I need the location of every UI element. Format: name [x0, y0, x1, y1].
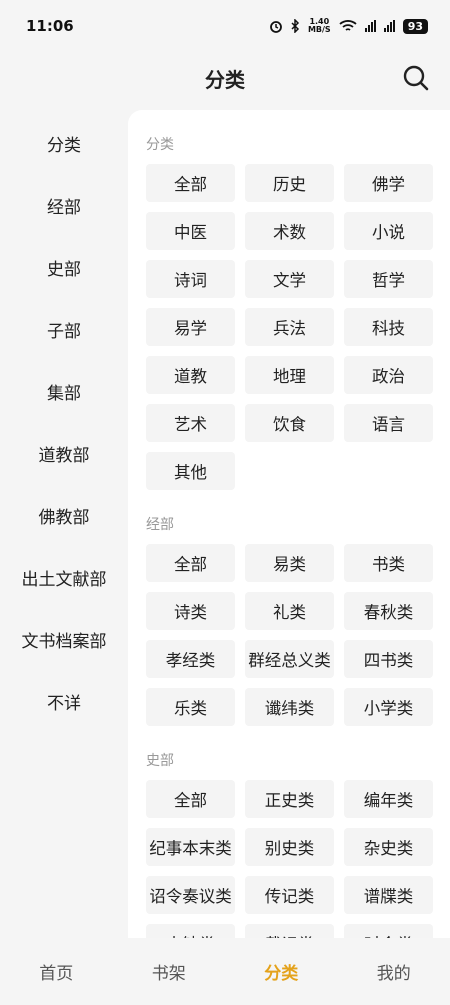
alarm-icon — [270, 21, 282, 33]
category-tag[interactable]: 哲学 — [344, 260, 433, 298]
sidebar-item[interactable]: 文书档案部 — [0, 608, 128, 670]
category-tag[interactable]: 兵法 — [245, 308, 334, 346]
tab-item[interactable]: 首页 — [0, 938, 113, 1005]
section-title: 史部 — [146, 753, 174, 769]
category-tag[interactable]: 历史 — [245, 164, 334, 202]
category-tag[interactable]: 地理 — [245, 356, 334, 394]
category-tag[interactable]: 礼类 — [245, 592, 334, 630]
section-title: 分类 — [146, 137, 174, 153]
sidebar-item[interactable]: 经部 — [0, 174, 128, 236]
bluetooth-icon — [291, 19, 299, 33]
category-tag[interactable]: 佛学 — [344, 164, 433, 202]
status-icons: 1.40 MB/S 93 — [269, 18, 428, 34]
category-tag[interactable]: 载记类 — [245, 924, 334, 938]
category-tag[interactable]: 春秋类 — [344, 592, 433, 630]
category-tag[interactable]: 谶纬类 — [245, 688, 334, 726]
category-tag[interactable]: 时令类 — [344, 924, 433, 938]
sidebar-item[interactable]: 子部 — [0, 298, 128, 360]
category-tag[interactable]: 书类 — [344, 544, 433, 582]
signal-5g-icon — [383, 20, 395, 32]
sidebar-item[interactable]: 史部 — [0, 236, 128, 298]
header: 分类 — [0, 52, 450, 104]
battery-indicator: 93 — [402, 18, 428, 34]
wifi-icon — [339, 20, 357, 31]
category-tag[interactable]: 别史类 — [245, 828, 334, 866]
category-tag[interactable]: 小说 — [344, 212, 433, 250]
page-title: 分类 — [205, 67, 245, 92]
tag-grid: 全部正史类编年类纪事本末类别史类杂史类诏令奏议类传记类谱牒类史钞类载记类时令类 — [128, 780, 450, 938]
tab-item[interactable]: 我的 — [338, 938, 450, 1005]
sidebar-item[interactable]: 不详 — [0, 670, 128, 732]
tab-item[interactable]: 分类 — [225, 938, 338, 1005]
category-tag[interactable]: 全部 — [146, 780, 235, 818]
category-tag[interactable]: 语言 — [344, 404, 433, 442]
category-tag[interactable]: 诗词 — [146, 260, 235, 298]
category-tag[interactable]: 全部 — [146, 164, 235, 202]
category-tag[interactable]: 传记类 — [245, 876, 334, 914]
category-tag[interactable]: 杂史类 — [344, 828, 433, 866]
status-time: 11:06 — [26, 17, 74, 35]
category-tag[interactable]: 群经总义类 — [245, 640, 334, 678]
category-tag[interactable]: 道教 — [146, 356, 235, 394]
tag-grid: 全部 易类 书类诗类 礼类 春秋类孝经类 群经总义类 四书类乐类 谶纬类 小学类 — [128, 544, 450, 726]
bottom-tabbar: 首页 书架 分类 我的 — [0, 938, 450, 1005]
category-tag[interactable]: 科技 — [344, 308, 433, 346]
status-bar: 11:06 1.40 MB/S 93 — [0, 0, 450, 52]
category-tag[interactable]: 四书类 — [344, 640, 433, 678]
sidebar-item[interactable]: 道教部 — [0, 422, 128, 484]
sidebar-item[interactable]: 出土文献部 — [0, 546, 128, 608]
category-tag[interactable]: 小学类 — [344, 688, 433, 726]
category-tag[interactable]: 政治 — [344, 356, 433, 394]
category-tag[interactable]: 全部 — [146, 544, 235, 582]
category-tag[interactable]: 谱牒类 — [344, 876, 433, 914]
category-tag[interactable]: 正史类 — [245, 780, 334, 818]
category-tag[interactable]: 乐类 — [146, 688, 235, 726]
search-icon[interactable] — [402, 64, 430, 92]
sidebar-item[interactable]: 集部 — [0, 360, 128, 422]
category-tag[interactable]: 易类 — [245, 544, 334, 582]
category-tag[interactable]: 编年类 — [344, 780, 433, 818]
category-tag[interactable]: 诗类 — [146, 592, 235, 630]
sidebar-item[interactable]: 分类 — [0, 112, 128, 174]
category-tag[interactable]: 其他 — [146, 452, 235, 490]
category-tag[interactable]: 易学 — [146, 308, 235, 346]
category-tag[interactable]: 术数 — [245, 212, 334, 250]
category-content: 分类 全部 历史 佛学 中医 术数 小说 诗词 文学 哲学 易学 兵法 科技 道教 地理 政治 艺术 饮食 语言 其他… — [128, 110, 450, 938]
tab-item[interactable]: 书架 — [113, 938, 226, 1005]
net-speed: 1.40 MB/S — [307, 17, 331, 34]
category-tag[interactable]: 纪事本末类 — [146, 828, 235, 866]
category-tag[interactable]: 诏令奏议类 — [146, 876, 235, 914]
section-title: 经部 — [146, 517, 174, 533]
category-tag[interactable]: 文学 — [245, 260, 334, 298]
tag-grid: 全部 历史 佛学中医 术数 小说诗词 文学 哲学易学 兵法 科技道教 地理 政治艺术 饮食 语言其他 — [128, 164, 450, 490]
signal-5g-icon — [364, 20, 376, 32]
category-tag[interactable]: 饮食 — [245, 404, 334, 442]
category-tag[interactable]: 史钞类 — [146, 924, 235, 938]
sidebar: 分类 经部 史部 子部 集部 道教部 佛教部 出土文献部 文书档案部 不详 — [0, 110, 128, 938]
category-tag[interactable]: 艺术 — [146, 404, 235, 442]
category-tag[interactable]: 孝经类 — [146, 640, 235, 678]
sidebar-item[interactable]: 佛教部 — [0, 484, 128, 546]
category-tag[interactable]: 中医 — [146, 212, 235, 250]
